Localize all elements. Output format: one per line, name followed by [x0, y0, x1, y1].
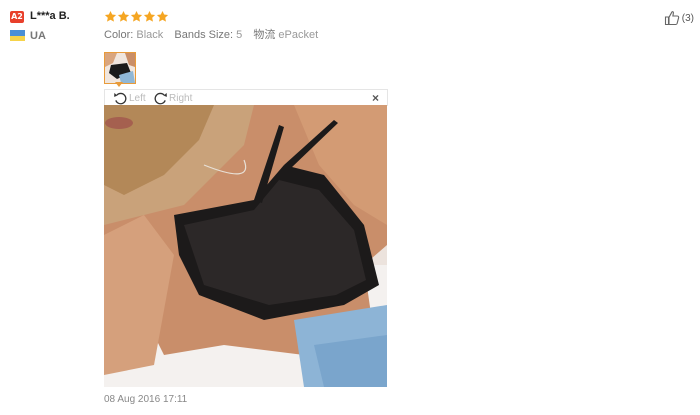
review-date: 08 Aug 2016 17:11 [104, 394, 188, 405]
star-icon [143, 10, 156, 23]
rotate-left-label: Left [129, 92, 146, 104]
rotate-right-icon [153, 91, 168, 106]
color-attr-label: Color: [104, 29, 134, 41]
star-icon [117, 10, 130, 23]
size-attr-value: 5 [236, 29, 243, 41]
rotate-right-label: Right [169, 92, 193, 104]
star-icon [130, 10, 143, 23]
close-viewer-button[interactable]: × [372, 90, 379, 106]
review-photo-large [104, 105, 387, 387]
reviewer-name: L***a B. [30, 10, 70, 22]
country-flag-icon [10, 30, 25, 41]
buyer-level-badge: A2 [10, 11, 24, 23]
color-attr-value: Black [136, 29, 164, 41]
shipping-attr-label: 物流 [253, 29, 276, 41]
star-icon [156, 10, 169, 23]
helpful-count: (3) [681, 12, 694, 24]
image-viewer-toolbar: Left Right × [104, 89, 388, 106]
rotate-left-button[interactable]: Left [113, 90, 146, 106]
thumbnail-selected-caret [115, 82, 123, 87]
size-attr-label: Bands Size: [174, 29, 234, 41]
rotate-left-icon [113, 91, 128, 106]
thumbs-up-icon[interactable] [664, 10, 680, 26]
star-rating [104, 10, 169, 23]
rotate-right-button[interactable]: Right [153, 90, 192, 106]
shipping-attr-value: ePacket [278, 29, 319, 41]
reviewer-country: UA [30, 30, 46, 42]
review-photo-thumbnail[interactable] [104, 52, 136, 84]
star-icon [104, 10, 117, 23]
order-attributes: Color: Black Bands Size: 5 物流 ePacket [104, 26, 318, 42]
helpful-button[interactable]: (3) [664, 10, 694, 26]
